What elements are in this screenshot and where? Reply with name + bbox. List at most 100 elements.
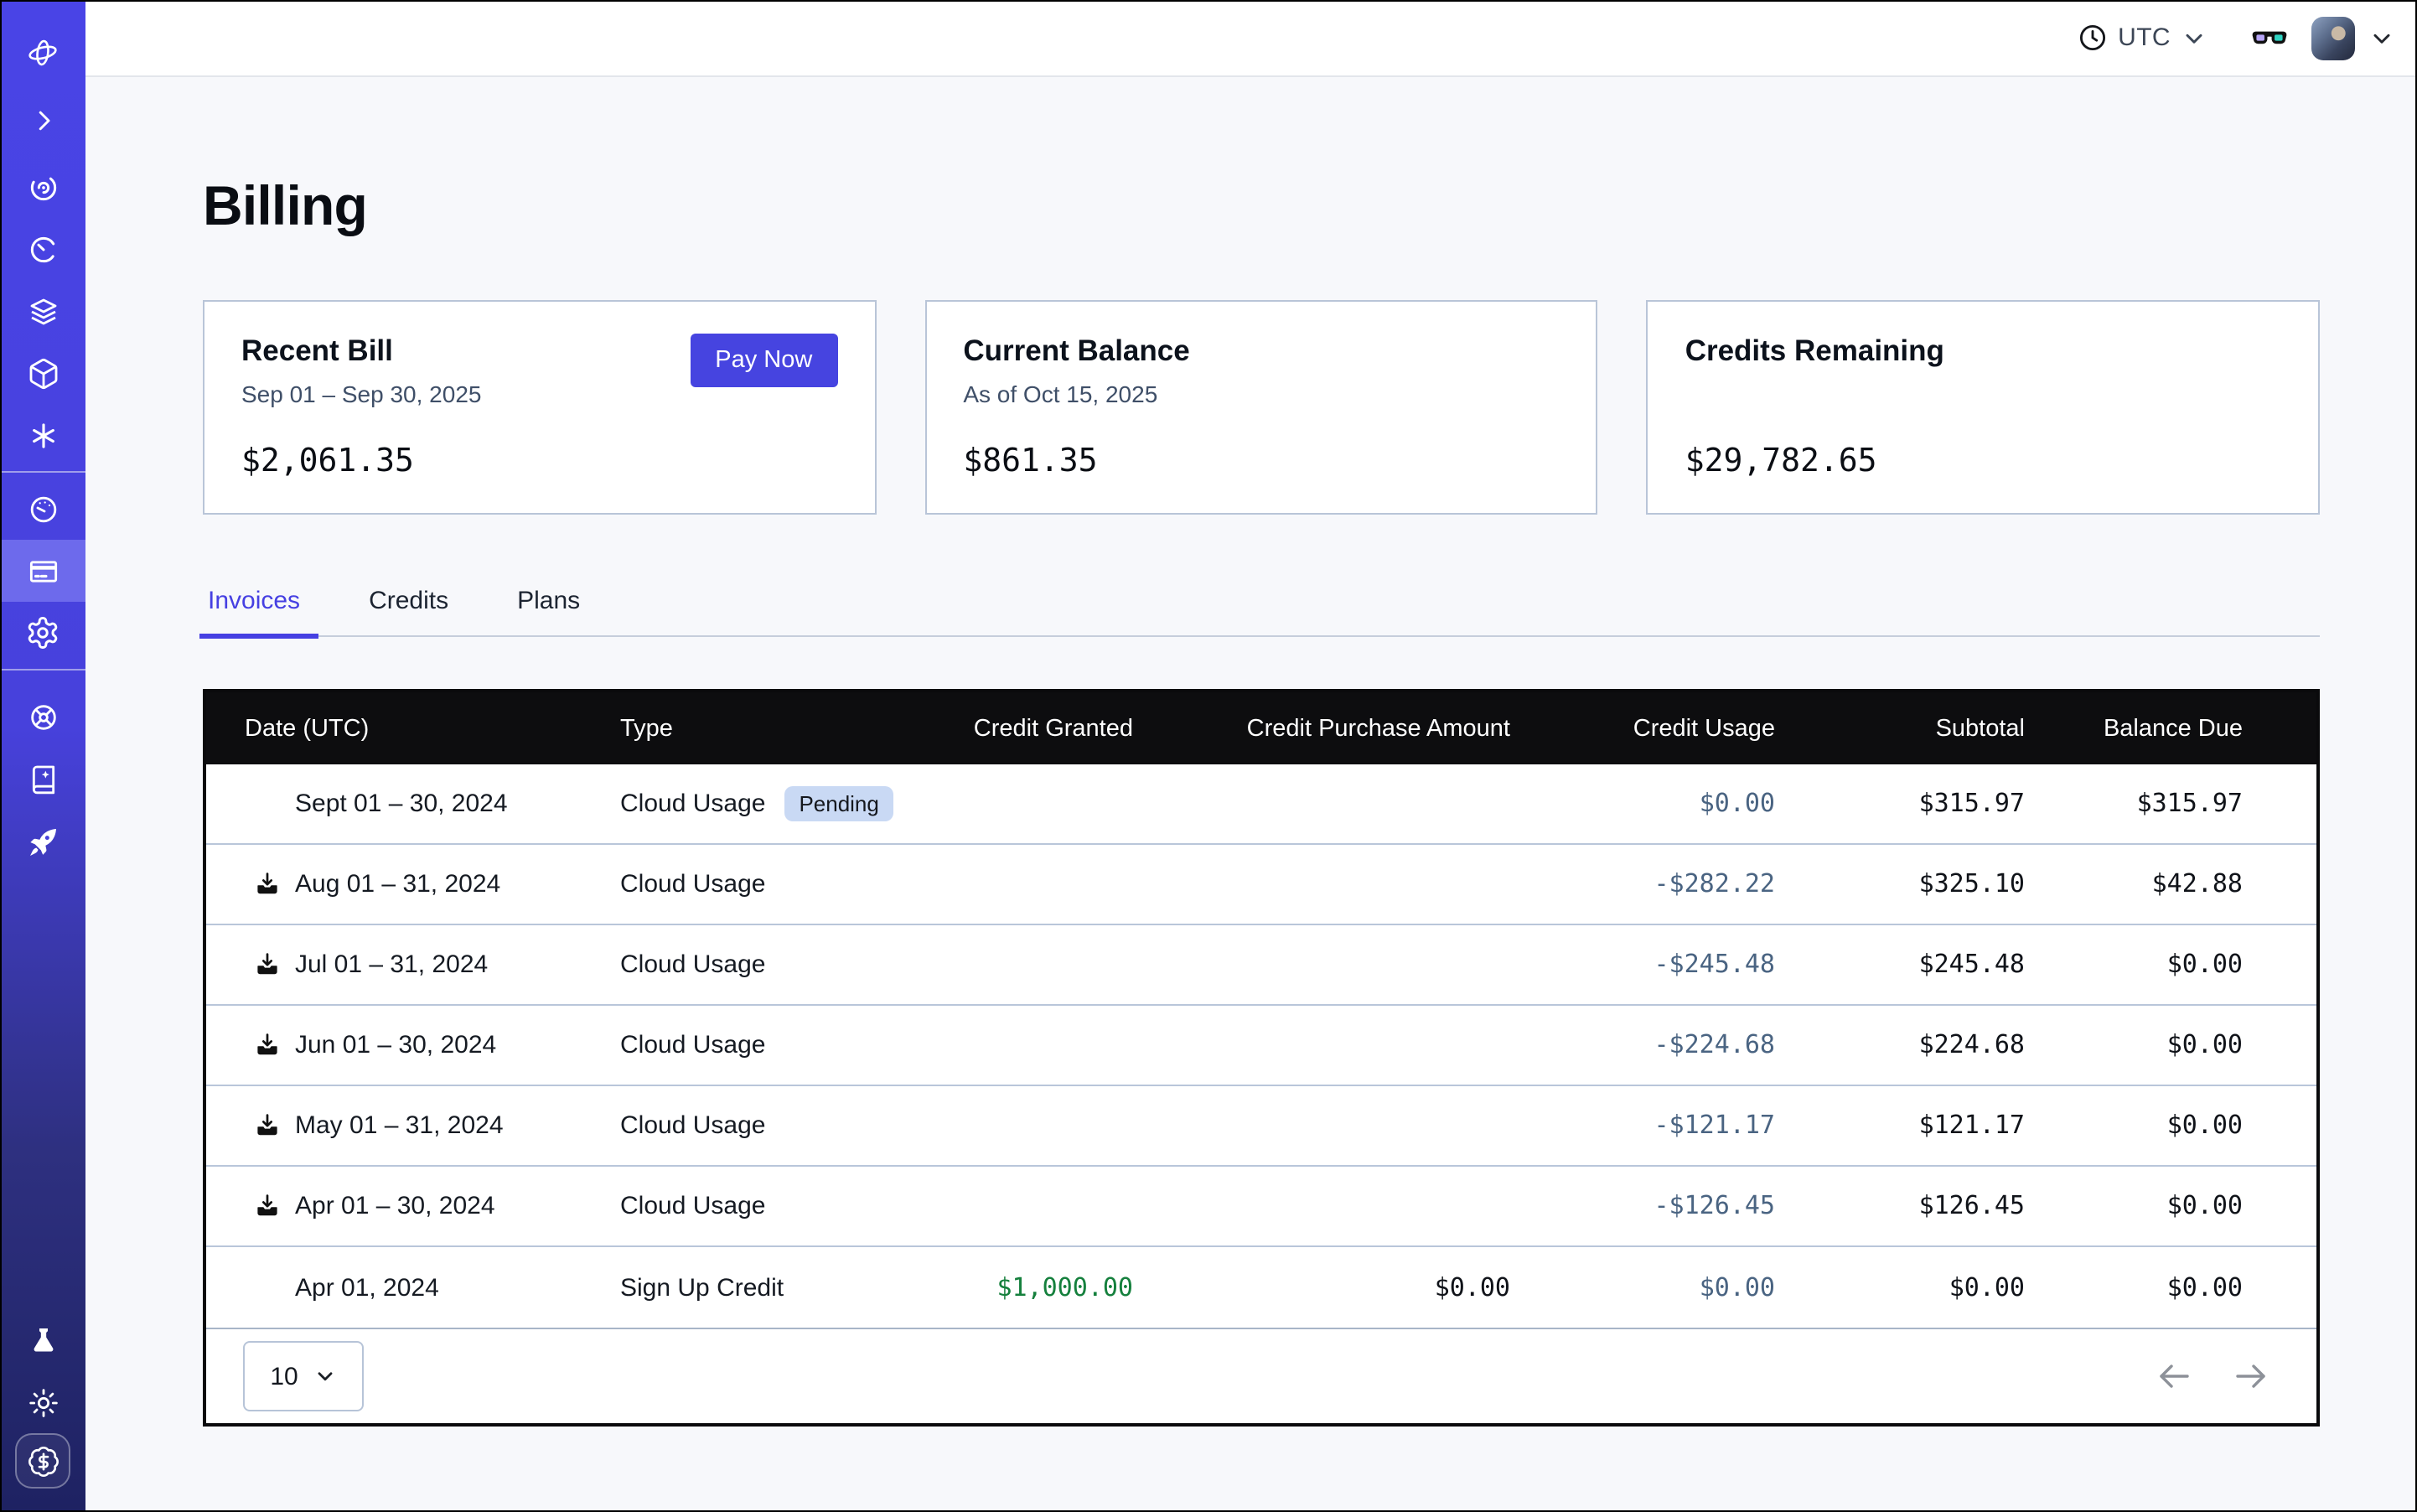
table-footer: 10: [206, 1328, 2316, 1423]
invoice-type: Cloud Usage: [620, 1031, 765, 1059]
invoice-date-cell: Apr 01 – 30, 2024: [206, 1192, 620, 1220]
invoice-type-cell: Cloud Usage: [620, 950, 905, 979]
tab-credits[interactable]: Credits: [364, 587, 453, 637]
credits-dollar-badge-button[interactable]: [15, 1433, 70, 1489]
invoice-date-cell: Sept 01 – 30, 2024: [206, 790, 620, 818]
recent-bill-card: Recent Bill Sep 01 – Sep 30, 2025 $2,061…: [203, 300, 876, 515]
docs-book-icon[interactable]: [0, 748, 85, 810]
download-invoice-icon[interactable]: [253, 870, 280, 898]
invoice-date: Aug 01 – 31, 2024: [295, 870, 500, 898]
reader-glasses-icon[interactable]: [2251, 19, 2288, 56]
card-amount: $29,782.65: [1685, 443, 2281, 479]
col-credit-purchase-amount: Credit Purchase Amount: [1160, 715, 1537, 742]
invoice-date-cell: Apr 01, 2024: [206, 1273, 620, 1302]
avatar[interactable]: [2311, 16, 2355, 60]
status-badge: Pending: [784, 786, 893, 821]
card-amount: $2,061.35: [241, 443, 837, 479]
download-invoice-icon[interactable]: [253, 950, 280, 979]
quickstart-rocket-icon[interactable]: [0, 810, 85, 872]
page-title: Billing: [203, 174, 2320, 238]
invoice-row: Apr 01, 2024 Sign Up Credit $1,000.00 $0…: [206, 1247, 2316, 1328]
invoice-type: Cloud Usage: [620, 790, 765, 818]
chevron-down-icon: [2181, 24, 2207, 51]
card-subtitle: As of Oct 15, 2025: [963, 381, 1559, 409]
download-invoice-icon[interactable]: [253, 1192, 280, 1220]
sidebar-divider: [0, 471, 85, 473]
timezone-label: UTC: [2118, 23, 2171, 52]
account-chevron-down-icon[interactable]: [2368, 24, 2395, 51]
invoice-date: Jun 01 – 30, 2024: [295, 1031, 496, 1059]
invoice-type-cell: Cloud Usage: [620, 870, 905, 898]
balance-due-cell: $0.00: [2052, 1029, 2316, 1061]
download-invoice-icon[interactable]: [253, 790, 280, 818]
tab-plans[interactable]: Plans: [512, 587, 585, 637]
credits-remaining-card: Credits Remaining $29,782.65: [1647, 300, 2320, 515]
credit-usage-cell: -$126.45: [1537, 1190, 1802, 1222]
download-invoice-icon[interactable]: [253, 1111, 280, 1140]
settings-gear-icon[interactable]: [0, 602, 85, 664]
helm-icon[interactable]: [0, 686, 85, 748]
invoice-date: Apr 01 – 30, 2024: [295, 1192, 495, 1220]
usage-gauge-icon[interactable]: [0, 478, 85, 540]
clock-icon: [2076, 22, 2108, 54]
theme-sun-icon[interactable]: [0, 1371, 85, 1433]
invoice-date-cell: May 01 – 31, 2024: [206, 1111, 620, 1140]
invoice-type: Sign Up Credit: [620, 1273, 784, 1302]
invoice-type-cell: Cloud Usage: [620, 1192, 905, 1220]
subtotal-cell: $121.17: [1802, 1110, 2052, 1142]
next-page-arrow[interactable]: [2231, 1356, 2271, 1396]
timezone-selector[interactable]: UTC: [2076, 22, 2207, 54]
content: Billing Recent Bill Sep 01 – Sep 30, 202…: [85, 77, 2417, 1512]
current-balance-card: Current Balance As of Oct 15, 2025 $861.…: [924, 300, 1597, 515]
asterisk-icon[interactable]: [0, 404, 85, 466]
card-title: Current Balance: [963, 334, 1559, 369]
sidebar-item-billing[interactable]: [0, 540, 85, 602]
invoice-type: Cloud Usage: [620, 950, 765, 979]
balance-due-cell: $0.00: [2052, 949, 2316, 981]
subtotal-cell: $315.97: [1802, 788, 2052, 820]
invoice-date-cell: Jul 01 – 31, 2024: [206, 950, 620, 979]
layers-icon[interactable]: [0, 280, 85, 342]
balance-due-cell: $0.00: [2052, 1110, 2316, 1142]
history-timer-icon[interactable]: [0, 218, 85, 280]
balance-due-cell: $42.88: [2052, 868, 2316, 900]
topbar: UTC: [85, 0, 2417, 77]
expand-chevron-icon[interactable]: [0, 89, 85, 151]
invoice-date: Sept 01 – 30, 2024: [295, 790, 508, 818]
observe-icon[interactable]: [0, 156, 85, 218]
orbit-logo-icon[interactable]: [0, 22, 85, 84]
subtotal-cell: $245.48: [1802, 949, 2052, 981]
invoice-table-body: Sept 01 – 30, 2024 Cloud Usage Pending $…: [206, 764, 2316, 1328]
subtotal-cell: $0.00: [1802, 1271, 2052, 1303]
invoice-type: Cloud Usage: [620, 1192, 765, 1220]
invoice-row: Jun 01 – 30, 2024 Cloud Usage -$224.68 $…: [206, 1006, 2316, 1086]
credit-granted-cell: $1,000.00: [905, 1271, 1160, 1303]
summary-cards: Recent Bill Sep 01 – Sep 30, 2025 $2,061…: [203, 300, 2320, 515]
page-size-select[interactable]: 10: [243, 1341, 364, 1411]
sidebar-divider: [0, 669, 85, 671]
download-invoice-icon[interactable]: [253, 1031, 280, 1059]
invoice-type-cell: Sign Up Credit: [620, 1273, 905, 1302]
invoice-type: Cloud Usage: [620, 1111, 765, 1140]
credit-usage-cell: $0.00: [1537, 1271, 1802, 1303]
credit-usage-cell: -$224.68: [1537, 1029, 1802, 1061]
balance-due-cell: $0.00: [2052, 1271, 2316, 1303]
pay-now-button[interactable]: Pay Now: [690, 334, 837, 387]
credit-purchase-cell: $0.00: [1160, 1271, 1537, 1303]
card-title: Credits Remaining: [1685, 334, 2281, 369]
invoice-type-cell: Cloud Usage: [620, 1031, 905, 1059]
labs-flask-icon[interactable]: [0, 1309, 85, 1371]
card-subtitle: [1685, 381, 2281, 409]
previous-page-arrow[interactable]: [2154, 1356, 2194, 1396]
tab-invoices[interactable]: Invoices: [203, 587, 305, 637]
main-area: UTC Billing: [85, 0, 2417, 1512]
col-balance-due: Balance Due: [2052, 715, 2316, 742]
invoice-table-header: Date (UTC) Type Credit Granted Credit Pu…: [206, 692, 2316, 764]
invoice-row: Aug 01 – 31, 2024 Cloud Usage -$282.22 $…: [206, 845, 2316, 925]
download-invoice-icon[interactable]: [253, 1273, 280, 1302]
invoice-row: May 01 – 31, 2024 Cloud Usage -$121.17 $…: [206, 1086, 2316, 1167]
box-icon[interactable]: [0, 342, 85, 404]
invoice-date-cell: Aug 01 – 31, 2024: [206, 870, 620, 898]
invoice-date: Apr 01, 2024: [295, 1273, 439, 1302]
invoice-date-cell: Jun 01 – 30, 2024: [206, 1031, 620, 1059]
